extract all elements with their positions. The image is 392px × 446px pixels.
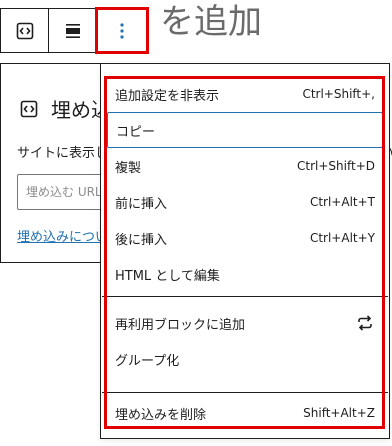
- menu-item-copy[interactable]: コピー: [107, 112, 383, 148]
- background-heading: を追加: [160, 2, 262, 42]
- more-options-button[interactable]: [95, 7, 149, 54]
- shortcut-label: Ctrl+Alt+T: [309, 195, 375, 209]
- more-options-icon: [120, 22, 124, 39]
- shortcut-label: Ctrl+Shift+D: [297, 159, 375, 173]
- menu-group-3: 埋め込みを削除 Shift+Alt+Z: [107, 395, 383, 431]
- menu-item-duplicate[interactable]: 複製 Ctrl+Shift+D: [107, 148, 383, 184]
- embed-icon: [16, 22, 33, 39]
- embed-block-type-button[interactable]: [1, 9, 49, 52]
- menu-item-insert-after[interactable]: 後に挿入 Ctrl+Alt+Y: [107, 220, 383, 256]
- block-options-menu: 追加設定を非表示 Ctrl+Shift+, コピー 複製 Ctrl+Shift+…: [100, 63, 390, 439]
- menu-item-edit-as-html[interactable]: HTML として編集: [107, 256, 383, 292]
- menu-item-remove-embed[interactable]: 埋め込みを削除 Shift+Alt+Z: [107, 395, 383, 431]
- block-toolbar: [0, 7, 149, 54]
- align-button[interactable]: [49, 9, 97, 52]
- shortcut-label: Ctrl+Shift+,: [302, 87, 375, 101]
- shortcut-label: Ctrl+Alt+Y: [309, 231, 375, 245]
- editor-canvas: を追加 埋め込み 埋め込む URL 追加設定を非表示 Ctrl+Shift+, …: [0, 0, 392, 446]
- reusable-icon: [358, 315, 372, 331]
- embed-icon: [20, 100, 38, 117]
- menu-separator: [102, 392, 388, 393]
- menu-group-2: 再利用ブロックに追加 グループ化: [107, 305, 383, 377]
- align-icon: [65, 23, 80, 38]
- shortcut-label: Shift+Alt+Z: [303, 406, 375, 420]
- menu-item-insert-before[interactable]: 前に挿入 Ctrl+Alt+T: [107, 184, 383, 220]
- menu-separator: [102, 296, 388, 297]
- menu-item-add-to-reusable[interactable]: 再利用ブロックに追加: [107, 305, 383, 341]
- menu-item-hide-settings[interactable]: 追加設定を非表示 Ctrl+Shift+,: [107, 76, 383, 112]
- menu-group-1: 追加設定を非表示 Ctrl+Shift+, コピー 複製 Ctrl+Shift+…: [107, 76, 383, 292]
- menu-item-group[interactable]: グループ化: [107, 341, 383, 377]
